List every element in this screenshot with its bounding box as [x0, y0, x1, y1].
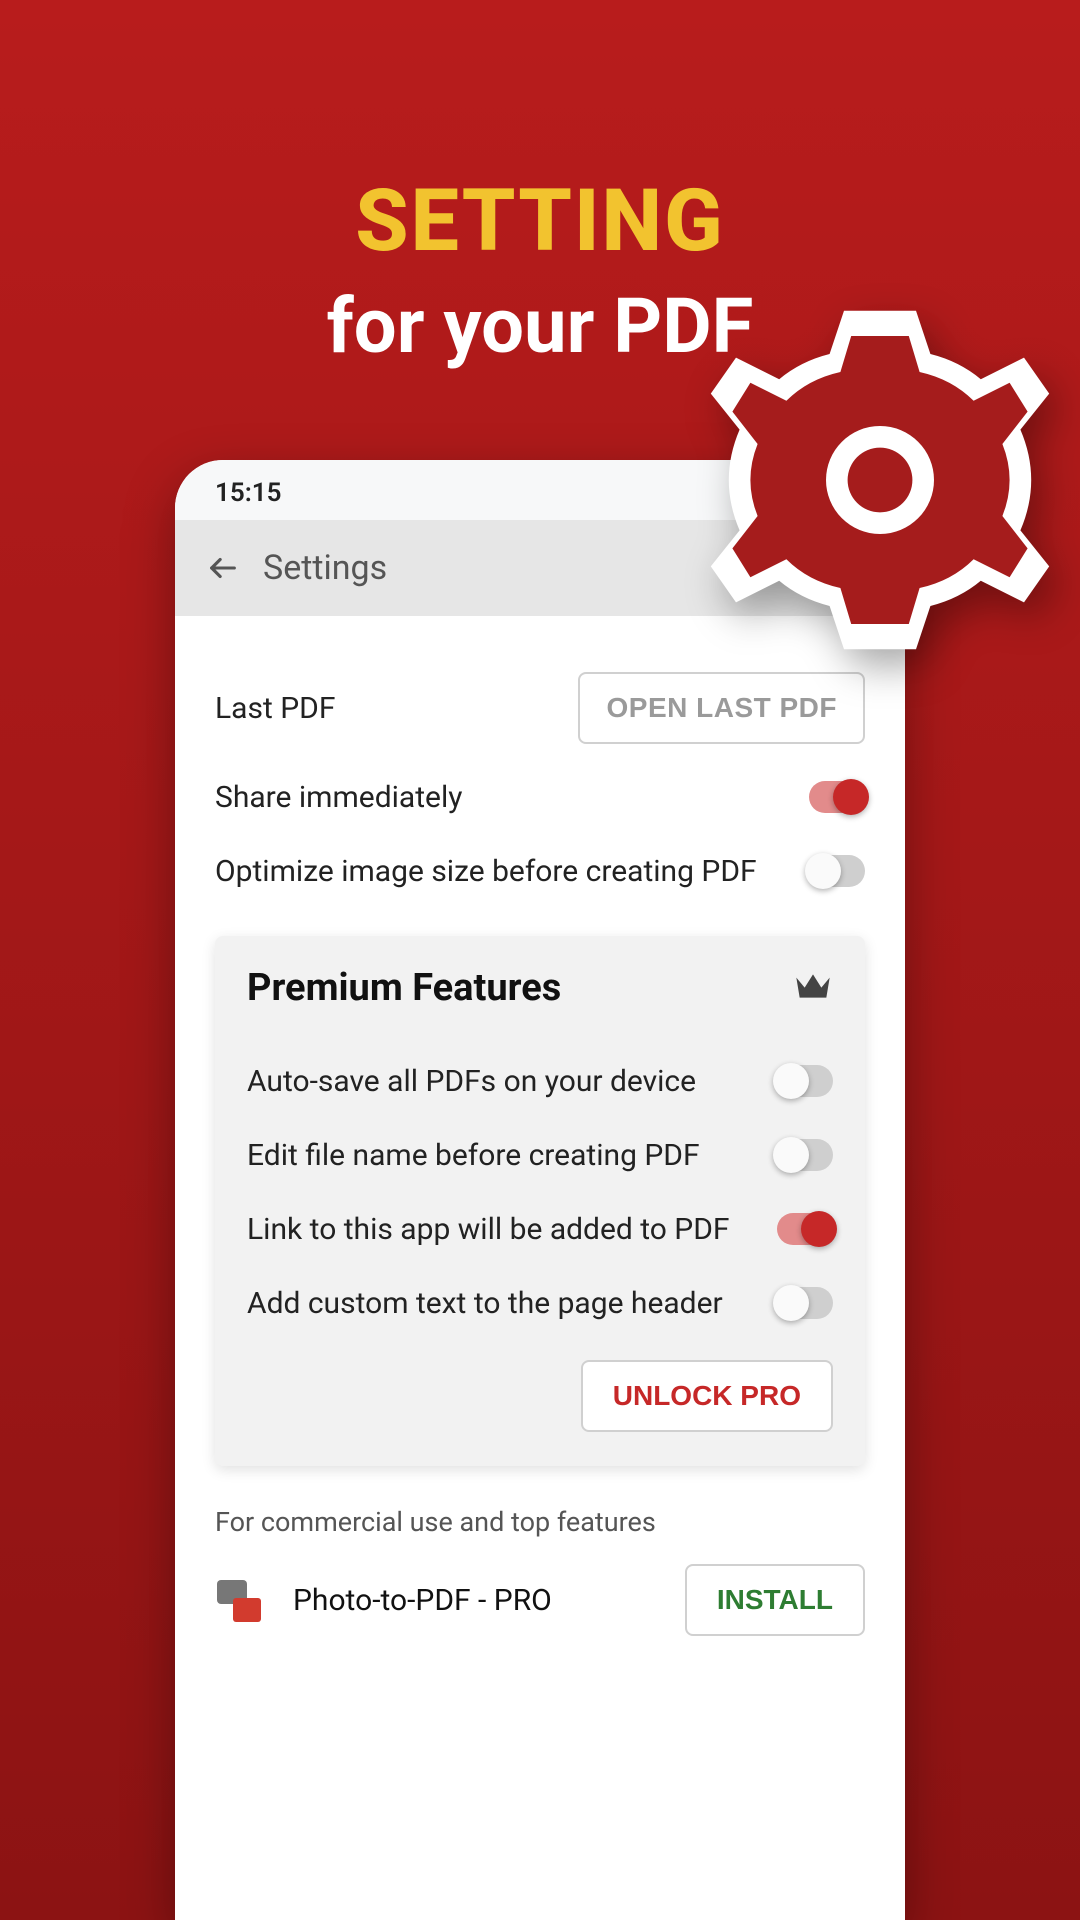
row-optimize: Optimize image size before creating PDF	[215, 834, 865, 908]
footer-caption: For commercial use and top features	[215, 1506, 865, 1538]
share-label: Share immediately	[215, 780, 462, 815]
row-share: Share immediately	[215, 760, 865, 834]
install-name: Photo-to-PDF - PRO	[293, 1583, 552, 1618]
row-last-pdf: Last PDF OPEN LAST PDF	[215, 656, 865, 760]
crown-icon	[793, 971, 833, 1005]
unlock-pro-button[interactable]: UNLOCK PRO	[581, 1360, 833, 1432]
last-pdf-label: Last PDF	[215, 691, 335, 726]
premium-title: Premium Features	[247, 966, 561, 1010]
footer-section: For commercial use and top features Phot…	[215, 1506, 865, 1636]
premium-header: Premium Features	[247, 966, 833, 1010]
back-icon[interactable]	[203, 548, 243, 588]
autosave-toggle[interactable]	[777, 1065, 833, 1097]
share-toggle[interactable]	[809, 781, 865, 813]
link-label: Link to this app will be added to PDF	[247, 1212, 730, 1247]
optimize-label: Optimize image size before creating PDF	[215, 854, 757, 889]
editname-label: Edit file name before creating PDF	[247, 1138, 700, 1173]
unlock-row: UNLOCK PRO	[247, 1360, 833, 1432]
install-row: Photo-to-PDF - PRO INSTALL	[215, 1564, 865, 1636]
row-link: Link to this app will be added to PDF	[247, 1192, 833, 1266]
header-toggle[interactable]	[777, 1287, 833, 1319]
premium-card: Premium Features Auto-save all PDFs on y…	[215, 936, 865, 1466]
install-left: Photo-to-PDF - PRO	[215, 1576, 552, 1624]
autosave-label: Auto-save all PDFs on your device	[247, 1064, 696, 1099]
optimize-toggle[interactable]	[809, 855, 865, 887]
hero-title: SETTING	[0, 170, 1080, 271]
status-time: 15:15	[215, 478, 282, 508]
phone-frame: 15:15 Settings Last PDF OPEN LAST PDF Sh…	[175, 460, 905, 1920]
editname-toggle[interactable]	[777, 1139, 833, 1171]
gear-icon	[700, 300, 1060, 664]
link-toggle[interactable]	[777, 1213, 833, 1245]
open-last-pdf-button[interactable]: OPEN LAST PDF	[578, 672, 865, 744]
row-autosave: Auto-save all PDFs on your device	[247, 1044, 833, 1118]
row-editname: Edit file name before creating PDF	[247, 1118, 833, 1192]
row-header: Add custom text to the page header	[247, 1266, 833, 1340]
install-button[interactable]: INSTALL	[685, 1564, 865, 1636]
appbar-title: Settings	[263, 548, 387, 588]
header-label: Add custom text to the page header	[247, 1286, 723, 1321]
content: Last PDF OPEN LAST PDF Share immediately…	[175, 616, 905, 1636]
app-icon	[215, 1576, 263, 1624]
